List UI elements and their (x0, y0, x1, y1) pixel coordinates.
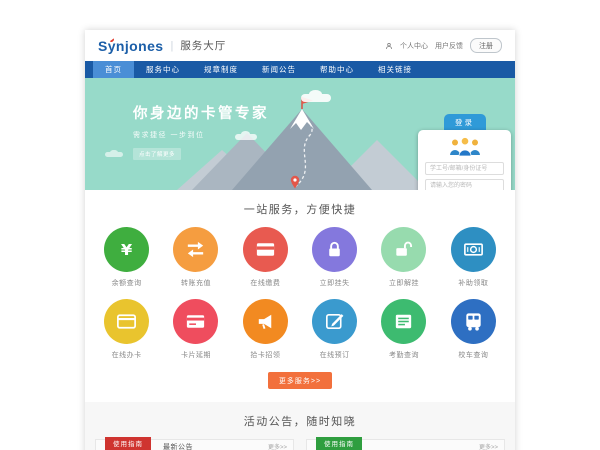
service-report-loss[interactable]: 立即挂失 (300, 227, 369, 288)
bus-icon (462, 310, 485, 333)
nav-item-regulations[interactable]: 规章制度 (192, 61, 250, 78)
cloud-icon (105, 152, 123, 157)
login-panel: 登录 记住用户名 | 忘记密码 (418, 114, 511, 190)
service-online-card-apply[interactable]: 在线办卡 (92, 299, 161, 360)
login-tab[interactable]: 登录 (444, 114, 486, 130)
service-school-bus-query[interactable]: 校车查询 (439, 299, 508, 360)
nav-item-help-center[interactable]: 帮助中心 (308, 61, 366, 78)
more-services-button[interactable]: 更多服务>> (268, 372, 332, 389)
person-icon (385, 42, 393, 50)
service-online-booking[interactable]: 在线预订 (300, 299, 369, 360)
service-card-found[interactable]: 拾卡招领 (231, 299, 300, 360)
service-attendance-query[interactable]: 考勤查询 (369, 299, 438, 360)
username-input[interactable] (425, 162, 504, 175)
personal-center-link[interactable]: 个人中心 (400, 41, 428, 51)
edit-icon (323, 310, 346, 333)
svg-text:¥: ¥ (121, 240, 133, 259)
password-input[interactable] (425, 179, 504, 190)
new-card-icon (115, 310, 138, 333)
announcement-panel-left: 使用指南 最新公告 更多>> (95, 439, 294, 450)
nav-item-links[interactable]: 相关链接 (366, 61, 424, 78)
register-button[interactable]: 注册 (470, 38, 502, 53)
lock-icon (323, 238, 346, 261)
more-link[interactable]: 更多>> (479, 442, 498, 450)
announcements-title: 活动公告，随时知晓 (95, 413, 505, 429)
yen-icon: ¥ (115, 238, 138, 261)
service-subsidy-collect[interactable]: 补助领取 (439, 227, 508, 288)
banknote-icon (462, 238, 485, 261)
announcement-panel-right: 使用指南 更多>> (306, 439, 505, 450)
attendance-icon (392, 310, 415, 333)
transfer-icon (184, 238, 207, 261)
nav-item-news[interactable]: 新闻公告 (250, 61, 308, 78)
user-feedback-link[interactable]: 用户反馈 (435, 41, 463, 51)
latest-news-tab[interactable]: 最新公告 (163, 442, 193, 450)
top-bar: Synjones | 服务大厅 个人中心 用户反馈 注册 (85, 30, 515, 61)
services-grid: ¥ 余额查询 转账充值 在线缴费 立即挂失 (92, 227, 508, 360)
cloud-icon (301, 94, 331, 102)
nav-item-home[interactable]: 首页 (93, 61, 134, 78)
site-name: 服务大厅 (180, 38, 226, 53)
service-card-renewal[interactable]: 卡片延期 (161, 299, 230, 360)
card-renew-icon (184, 310, 207, 333)
service-balance-inquiry[interactable]: ¥ 余额查询 (92, 227, 161, 288)
more-link[interactable]: 更多>> (268, 442, 287, 450)
announcements-section: 活动公告，随时知晓 使用指南 最新公告 更多>> 使用指南 更多>> (85, 402, 515, 450)
unlock-icon (392, 238, 415, 261)
logo-separator: | (170, 40, 173, 52)
service-online-payment[interactable]: 在线缴费 (231, 227, 300, 288)
services-section: 一站服务，方便快捷 ¥ 余额查询 转账充值 在线缴费 (85, 190, 515, 402)
service-cancel-loss[interactable]: 立即解挂 (369, 227, 438, 288)
hero-banner: 你身边的卡管专家 需求捷径 一步到位 点击了解更多 登录 (85, 78, 515, 190)
guide-ribbon-tab[interactable]: 使用指南 (316, 437, 362, 450)
guide-ribbon-tab[interactable]: 使用指南 (105, 437, 151, 450)
brand-logo[interactable]: Synjones (98, 38, 163, 54)
services-title: 一站服务，方便快捷 (85, 201, 515, 217)
main-nav: 首页 服务中心 规章制度 新闻公告 帮助中心 相关链接 (85, 61, 515, 78)
bank-card-icon (254, 238, 277, 261)
megaphone-icon (254, 310, 277, 333)
hero-subtitle: 需求捷径 一步到位 (133, 130, 269, 140)
page: Synjones | 服务大厅 个人中心 用户反馈 注册 首页 服务中心 规章制… (85, 30, 515, 450)
service-transfer-recharge[interactable]: 转账充值 (161, 227, 230, 288)
users-group-icon (446, 136, 484, 157)
hero-cta-button[interactable]: 点击了解更多 (133, 148, 181, 160)
hero-title: 你身边的卡管专家 (133, 102, 269, 123)
nav-item-service-center[interactable]: 服务中心 (134, 61, 192, 78)
